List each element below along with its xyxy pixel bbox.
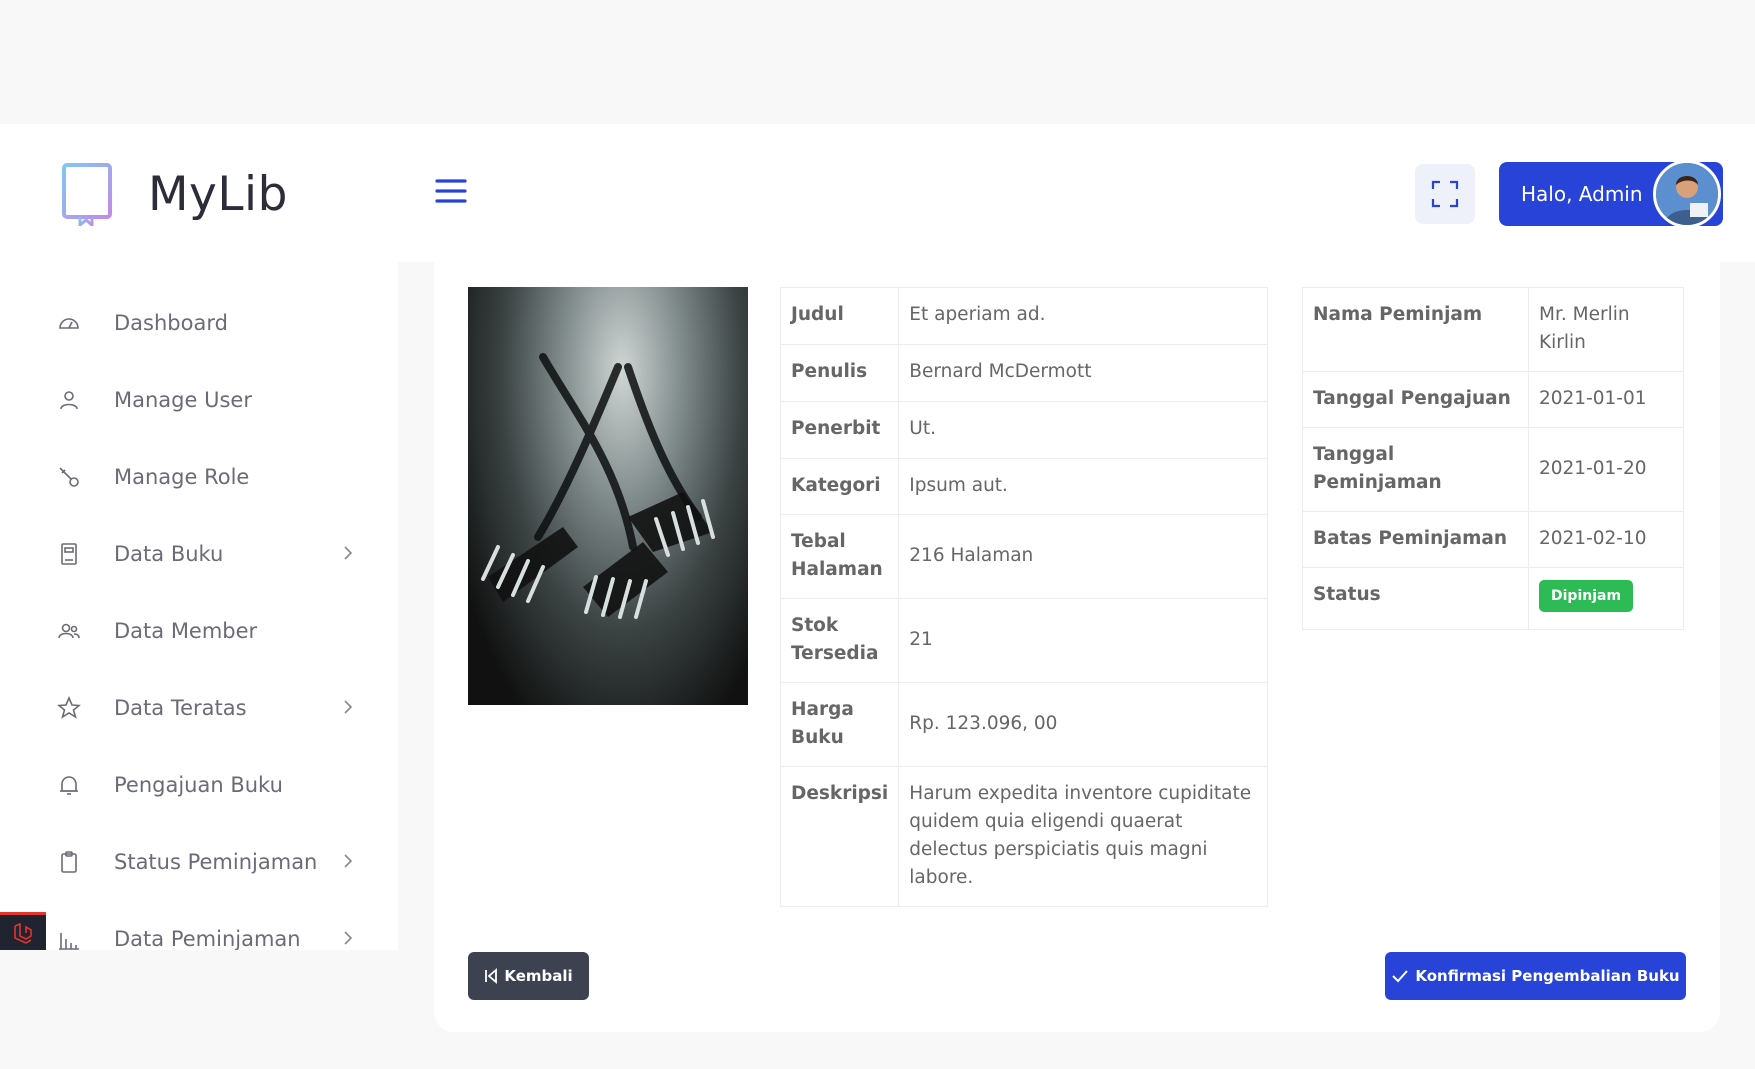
sidebar-item-dashboard[interactable]: Dashboard bbox=[0, 284, 398, 361]
table-row: Penerbit Ut. bbox=[779, 401, 1268, 459]
back-button-label: Kembali bbox=[504, 967, 573, 985]
chevron-right-icon bbox=[344, 854, 353, 868]
check-icon bbox=[1392, 970, 1409, 983]
brand-name: MyLib bbox=[148, 166, 288, 222]
sidebar-item-manage-role[interactable]: Manage Role bbox=[0, 438, 398, 515]
table-row: Judul Et aperiam ad. bbox=[779, 287, 1268, 345]
user-icon bbox=[56, 387, 82, 413]
book-pages-value: 216 Halaman bbox=[898, 514, 1268, 599]
table-row: Tanggal Peminjaman 2021-01-20 bbox=[1302, 427, 1684, 512]
submission-date-value: 2021-01-01 bbox=[1528, 371, 1684, 428]
topbar: Halo, Admin bbox=[398, 124, 1755, 262]
book-title-value: Et aperiam ad. bbox=[898, 287, 1268, 345]
book-pages-label: Tebal Halaman bbox=[779, 514, 900, 599]
sidebar-item-label: Data Teratas bbox=[114, 695, 247, 720]
bell-icon bbox=[56, 772, 82, 798]
sidebar-item-label: Dashboard bbox=[114, 310, 228, 335]
due-date-label: Batas Peminjaman bbox=[1302, 511, 1529, 568]
book-publisher-label: Penerbit bbox=[779, 401, 900, 459]
table-row: Tanggal Pengajuan 2021-01-01 bbox=[1302, 371, 1684, 428]
book-author-label: Penulis bbox=[779, 344, 900, 402]
sidebar-item-label: Pengajuan Buku bbox=[114, 772, 283, 797]
back-button[interactable]: Kembali bbox=[468, 952, 589, 1000]
book-logo-icon bbox=[62, 163, 112, 226]
submission-date-label: Tanggal Pengajuan bbox=[1302, 371, 1529, 428]
sidebar-item-label: Data Peminjaman bbox=[114, 926, 301, 951]
sidebar-item-data-member[interactable]: Data Member bbox=[0, 592, 398, 669]
book-price-value: Rp. 123.096, 00 bbox=[898, 682, 1268, 767]
book-detail-table: Judul Et aperiam ad. Penulis Bernard McD… bbox=[779, 287, 1268, 907]
fullscreen-button[interactable] bbox=[1415, 164, 1475, 224]
user-greeting: Halo, Admin bbox=[1521, 182, 1643, 206]
book-stock-label: Stok Tersedia bbox=[779, 598, 900, 683]
table-row: Deskripsi Harum expedita inventore cupid… bbox=[779, 766, 1268, 907]
confirm-return-button[interactable]: Konfirmasi Pengembalian Buku bbox=[1385, 952, 1686, 1000]
sidebar-nav: Dashboard Manage User Manage Role Data B… bbox=[0, 284, 398, 950]
book-category-label: Kategori bbox=[779, 458, 900, 515]
role-icon bbox=[56, 464, 82, 490]
book-description-value: Harum expedita inventore cupiditate quid… bbox=[898, 766, 1268, 907]
sidebar-item-data-buku[interactable]: Data Buku bbox=[0, 515, 398, 592]
content-card: Judul Et aperiam ad. Penulis Bernard McD… bbox=[434, 262, 1720, 1032]
table-row: Stok Tersedia 21 bbox=[779, 598, 1268, 683]
clipboard-icon bbox=[56, 849, 82, 875]
chevron-right-icon bbox=[344, 931, 353, 945]
loan-date-label: Tanggal Peminjaman bbox=[1302, 427, 1529, 512]
borrower-name-value: Mr. Merlin Kirlin bbox=[1528, 287, 1684, 372]
sidebar: MyLib Dashboard Manage User Manage Role … bbox=[0, 124, 398, 950]
book-cover-image bbox=[468, 287, 748, 705]
dashboard-icon bbox=[56, 310, 82, 336]
status-cell: Dipinjam bbox=[1528, 567, 1684, 630]
sidebar-item-label: Data Member bbox=[114, 618, 258, 643]
table-row: Tebal Halaman 216 Halaman bbox=[779, 514, 1268, 599]
book-publisher-value: Ut. bbox=[898, 401, 1268, 459]
sidebar-item-data-peminjaman[interactable]: Data Peminjaman bbox=[0, 900, 398, 950]
borrower-name-label: Nama Peminjam bbox=[1302, 287, 1529, 372]
loan-detail-table: Nama Peminjam Mr. Merlin Kirlin Tanggal … bbox=[1302, 287, 1684, 630]
fullscreen-icon bbox=[1431, 180, 1459, 208]
sidebar-item-pengajuan-buku[interactable]: Pengajuan Buku bbox=[0, 746, 398, 823]
status-label: Status bbox=[1302, 567, 1529, 630]
book-title-label: Judul bbox=[779, 287, 900, 345]
book-author-value: Bernard McDermott bbox=[898, 344, 1268, 402]
book-stock-value: 21 bbox=[898, 598, 1268, 683]
book-category-value: Ipsum aut. bbox=[898, 458, 1268, 515]
sidebar-item-status-peminjaman[interactable]: Status Peminjaman bbox=[0, 823, 398, 900]
sidebar-item-label: Status Peminjaman bbox=[114, 849, 318, 874]
sidebar-item-label: Manage Role bbox=[114, 464, 250, 489]
star-icon bbox=[56, 695, 82, 721]
avatar[interactable] bbox=[1653, 160, 1721, 228]
table-row: Kategori Ipsum aut. bbox=[779, 458, 1268, 515]
chevron-right-icon bbox=[344, 700, 353, 714]
due-date-value: 2021-02-10 bbox=[1528, 511, 1684, 568]
table-row: Batas Peminjaman 2021-02-10 bbox=[1302, 511, 1684, 568]
table-row: Status Dipinjam bbox=[1302, 567, 1684, 630]
sidebar-item-manage-user[interactable]: Manage User bbox=[0, 361, 398, 438]
table-row: Harga Buku Rp. 123.096, 00 bbox=[779, 682, 1268, 767]
menu-toggle-icon[interactable] bbox=[434, 176, 468, 206]
sidebar-item-data-teratas[interactable]: Data Teratas bbox=[0, 669, 398, 746]
chevron-right-icon bbox=[344, 546, 353, 560]
sidebar-item-label: Manage User bbox=[114, 387, 252, 412]
status-badge: Dipinjam bbox=[1539, 580, 1634, 612]
table-row: Nama Peminjam Mr. Merlin Kirlin bbox=[1302, 287, 1684, 372]
brand[interactable]: MyLib bbox=[60, 162, 288, 226]
skip-back-icon bbox=[485, 968, 498, 984]
sidebar-item-label: Data Buku bbox=[114, 541, 224, 566]
members-icon bbox=[56, 618, 82, 644]
bar-chart-icon bbox=[56, 926, 82, 951]
loan-date-value: 2021-01-20 bbox=[1528, 427, 1684, 512]
table-row: Penulis Bernard McDermott bbox=[779, 344, 1268, 402]
book-icon bbox=[56, 541, 82, 567]
book-price-label: Harga Buku bbox=[779, 682, 900, 767]
book-description-label: Deskripsi bbox=[779, 766, 900, 907]
confirm-button-label: Konfirmasi Pengembalian Buku bbox=[1415, 967, 1680, 985]
debugbar-laravel-icon[interactable] bbox=[0, 912, 46, 950]
